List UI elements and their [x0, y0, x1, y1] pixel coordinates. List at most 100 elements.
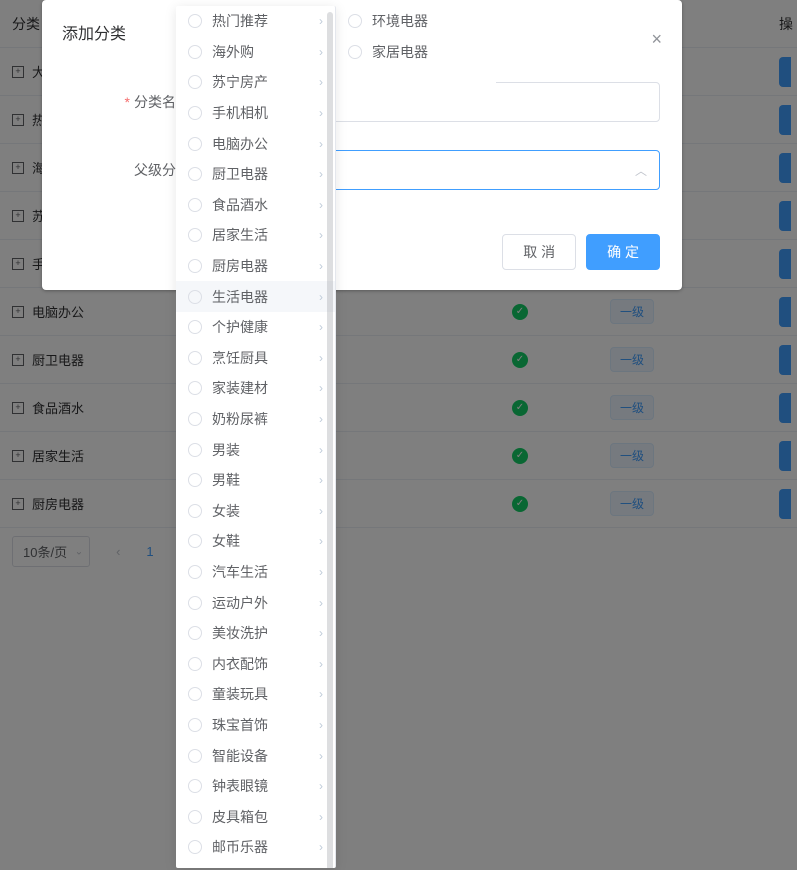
radio-icon — [188, 167, 202, 181]
radio-icon — [188, 565, 202, 579]
chevron-right-icon: › — [319, 779, 323, 793]
cascader-option-label: 内衣配饰 — [212, 654, 323, 674]
cascader-option[interactable]: 运动户外› — [176, 587, 335, 618]
chevron-right-icon: › — [319, 596, 323, 610]
radio-icon — [188, 351, 202, 365]
radio-icon — [188, 626, 202, 640]
cascader-option-label: 美妆洗护 — [212, 623, 323, 643]
cascader-option[interactable]: 美妆洗护› — [176, 618, 335, 649]
radio-icon — [348, 14, 362, 28]
cascader-option-label: 钟表眼镜 — [212, 776, 323, 796]
cascader-option-label: 生活电器 — [212, 287, 323, 307]
chevron-right-icon: › — [319, 228, 323, 242]
chevron-right-icon: › — [319, 106, 323, 120]
scrollbar[interactable] — [327, 12, 333, 868]
cascader-option-label: 手机相机 — [212, 103, 323, 123]
cascader-option[interactable]: 钟表眼镜› — [176, 771, 335, 802]
cascader-option-label: 童装玩具 — [212, 684, 323, 704]
cascader-option[interactable]: 邮币乐器› — [176, 832, 335, 863]
chevron-right-icon: › — [319, 840, 323, 854]
cascader-option-label: 皮具箱包 — [212, 807, 323, 827]
cascader-option[interactable]: 家装建材› — [176, 373, 335, 404]
cascader-option[interactable]: 童装玩具› — [176, 679, 335, 710]
chevron-right-icon: › — [319, 504, 323, 518]
cascader-option[interactable]: 个护健康› — [176, 312, 335, 343]
cascader-option-label: 家居电器 — [372, 42, 484, 62]
cascader-option[interactable]: 家居电器 — [336, 37, 496, 68]
cascader-option[interactable]: 女装› — [176, 496, 335, 527]
cascader-option[interactable]: 热门推荐› — [176, 6, 335, 37]
radio-icon — [188, 228, 202, 242]
cascader-option-label: 厨卫电器 — [212, 164, 323, 184]
radio-icon — [188, 779, 202, 793]
cascader-option-label: 邮币乐器 — [212, 837, 323, 857]
radio-icon — [188, 45, 202, 59]
radio-icon — [188, 259, 202, 273]
cascader-option[interactable]: 烹饪厨具› — [176, 343, 335, 374]
cascader-option[interactable]: 智能设备› — [176, 740, 335, 771]
radio-icon — [188, 718, 202, 732]
chevron-right-icon: › — [319, 290, 323, 304]
chevron-right-icon: › — [319, 626, 323, 640]
chevron-right-icon: › — [319, 412, 323, 426]
close-icon[interactable]: × — [651, 30, 662, 48]
cascader-option[interactable]: 珠宝首饰› — [176, 710, 335, 741]
cascader-option[interactable]: 厨卫电器› — [176, 159, 335, 190]
radio-icon — [188, 596, 202, 610]
chevron-up-icon: ︿ — [635, 162, 647, 179]
radio-icon — [188, 381, 202, 395]
cascader-option[interactable]: 内衣配饰› — [176, 648, 335, 679]
cascader-option-label: 个护健康 — [212, 317, 323, 337]
radio-icon — [188, 749, 202, 763]
chevron-right-icon: › — [319, 657, 323, 671]
chevron-right-icon: › — [319, 443, 323, 457]
chevron-right-icon: › — [319, 718, 323, 732]
cascader-option[interactable]: 食品酒水› — [176, 190, 335, 221]
cascader-option[interactable]: 皮具箱包› — [176, 801, 335, 832]
radio-icon — [188, 473, 202, 487]
cascader-option[interactable]: 环境电器 — [336, 6, 496, 37]
radio-icon — [188, 840, 202, 854]
cascader-option-label: 食品酒水 — [212, 195, 323, 215]
chevron-right-icon: › — [319, 381, 323, 395]
radio-icon — [188, 14, 202, 28]
cascader-panel-1: 热门推荐›海外购›苏宁房产›手机相机›电脑办公›厨卫电器›食品酒水›居家生活›厨… — [176, 6, 336, 868]
cascader-option[interactable]: 手机相机› — [176, 98, 335, 129]
cascader-option-label: 海外购 — [212, 42, 323, 62]
chevron-right-icon: › — [319, 14, 323, 28]
radio-icon — [188, 198, 202, 212]
cascader-option[interactable]: 男装› — [176, 434, 335, 465]
confirm-button[interactable]: 确 定 — [586, 234, 660, 270]
cascader-option[interactable]: 居家生活› — [176, 220, 335, 251]
cascader-option[interactable]: 奶粉尿裤› — [176, 404, 335, 435]
cascader-option-label: 运动户外 — [212, 593, 323, 613]
cascader-option-label: 汽车生活 — [212, 562, 323, 582]
cancel-button[interactable]: 取 消 — [502, 234, 576, 270]
cascader-option-label: 珠宝首饰 — [212, 715, 323, 735]
chevron-right-icon: › — [319, 45, 323, 59]
cascader-option-label: 奶粉尿裤 — [212, 409, 323, 429]
cascader-option[interactable]: 电脑办公› — [176, 128, 335, 159]
cascader-option-label: 电脑办公 — [212, 134, 323, 154]
radio-icon — [188, 534, 202, 548]
cascader-option-label: 家装建材 — [212, 378, 323, 398]
cascader-option[interactable]: 女鞋› — [176, 526, 335, 557]
cascader-option[interactable]: 生活电器› — [176, 281, 335, 312]
cascader-option-label: 男鞋 — [212, 470, 323, 490]
cascader-option-label: 苏宁房产 — [212, 72, 323, 92]
radio-icon — [188, 137, 202, 151]
cascader-option-label: 男装 — [212, 440, 323, 460]
cascader-option[interactable]: 苏宁房产› — [176, 67, 335, 98]
cascader-option[interactable]: 男鞋› — [176, 465, 335, 496]
cascader-option-label: 女鞋 — [212, 531, 323, 551]
dialog-footer: 取 消 确 定 — [502, 234, 660, 270]
chevron-right-icon: › — [319, 137, 323, 151]
cascader-option[interactable]: 厨房电器› — [176, 251, 335, 282]
radio-icon — [188, 106, 202, 120]
cascader-option[interactable]: 汽车生活› — [176, 557, 335, 588]
cascader-option[interactable]: 海外购› — [176, 37, 335, 68]
radio-icon — [188, 687, 202, 701]
cascader-option-label: 烹饪厨具 — [212, 348, 323, 368]
chevron-right-icon: › — [319, 687, 323, 701]
chevron-right-icon: › — [319, 473, 323, 487]
